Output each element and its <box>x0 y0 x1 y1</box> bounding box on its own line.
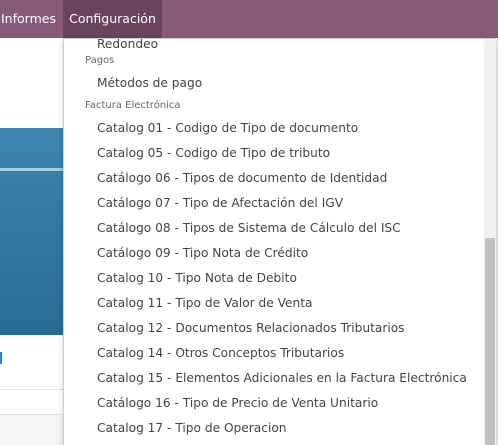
menu-item-catalogo-09[interactable]: Catálogo 09 - Tipo Nota de Crédito <box>64 241 482 266</box>
menu-item-catalog-17[interactable]: Catalog 17 - Tipo de Operacion <box>64 416 482 441</box>
background-card <box>0 128 64 335</box>
dropdown-list: Redondeo Pagos Métodos de pago Factura E… <box>64 39 482 441</box>
menu-item-catalog-12[interactable]: Catalog 12 - Documentos Relacionados Tri… <box>64 316 482 341</box>
menu-item-catalogo-06[interactable]: Catálogo 06 - Tipos de documento de Iden… <box>64 166 482 191</box>
background-link[interactable] <box>0 352 2 364</box>
menu-item-catalog-15[interactable]: Catalog 15 - Elementos Adicionales en la… <box>64 366 482 391</box>
menu-informes[interactable]: Informes <box>0 0 56 38</box>
dropdown-scrollbar[interactable] <box>484 39 496 445</box>
menu-item-catalog-10[interactable]: Catalog 10 - Tipo Nota de Debito <box>64 266 482 291</box>
section-header-pagos: Pagos <box>85 55 115 66</box>
top-navbar: Informes Configuración <box>0 0 498 38</box>
menu-item-catalog-11[interactable]: Catalog 11 - Tipo de Valor de Venta <box>64 291 482 316</box>
menu-item-redondeo[interactable]: Redondeo <box>64 39 482 51</box>
scrollbar-thumb[interactable] <box>485 238 495 445</box>
background-footer <box>0 414 64 445</box>
background-divider <box>0 389 64 390</box>
background-card-divider <box>0 168 64 171</box>
menu-item-catalogo-08[interactable]: Catálogo 08 - Tipos de Sistema de Cálcul… <box>64 216 482 241</box>
configuracion-dropdown: Redondeo Pagos Métodos de pago Factura E… <box>63 38 496 445</box>
section-header-factura-electronica: Factura Electrónica <box>85 100 181 111</box>
menu-configuracion[interactable]: Configuración <box>63 0 162 38</box>
menu-item-catalogo-16[interactable]: Catálogo 16 - Tipo de Precio de Venta Un… <box>64 391 482 416</box>
menu-item-catalog-05[interactable]: Catalog 05 - Codigo de Tipo de tributo <box>64 141 482 166</box>
menu-item-catalogo-07[interactable]: Catálogo 07 - Tipo de Afectación del IGV <box>64 191 482 216</box>
menu-item-metodos-de-pago[interactable]: Métodos de pago <box>64 71 482 96</box>
page: Informes Configuración Redondeo Pagos Mé… <box>0 0 498 445</box>
menu-item-catalog-01[interactable]: Catalog 01 - Codigo de Tipo de documento <box>64 116 482 141</box>
menu-item-catalog-14[interactable]: Catalog 14 - Otros Conceptos Tributarios <box>64 341 482 366</box>
